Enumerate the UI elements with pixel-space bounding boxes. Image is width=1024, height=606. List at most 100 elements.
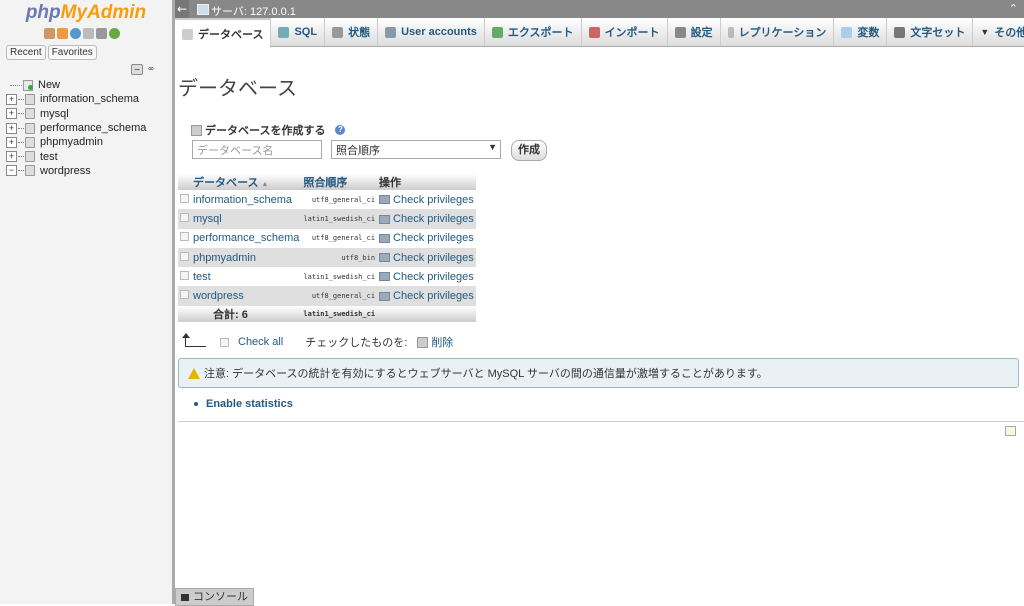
expand-icon[interactable]: + [6,122,17,134]
database-link[interactable]: performance_schema [191,228,302,248]
help-icon[interactable]: ? [335,125,346,135]
database-link[interactable]: mysql [191,209,302,229]
tree-item-test[interactable]: + test [6,149,146,163]
expand-icon[interactable]: + [6,136,17,148]
home-icon[interactable] [44,28,55,39]
tree-item-label: information_schema [40,93,140,106]
database-tree: New + information_schema + mysql + perfo… [6,78,146,178]
delete-button[interactable]: 削除 [431,334,453,350]
expand-icon[interactable]: + [6,93,17,105]
collapse-icon[interactable]: − [6,165,17,177]
tree-item-phpmyadmin[interactable]: + phpmyadmin [6,135,146,149]
delete-icon[interactable] [417,336,429,348]
enable-statistics-label: Enable statistics [206,398,293,410]
collation-cell: latin1_swedish_ci [301,267,378,287]
collation-cell: utf8_general_ci [301,228,378,248]
console-label: コンソール [193,591,248,603]
check-privileges-link[interactable]: Check privileges [377,267,476,287]
create-button[interactable]: 作成 [511,140,547,161]
row-checkbox[interactable] [180,251,189,261]
gear-icon[interactable] [96,28,107,39]
tab-label: User accounts [401,26,477,38]
expand-icon[interactable]: + [6,151,17,163]
maximize-icon[interactable]: ⌃ [1009,2,1018,15]
tab-variables[interactable]: 変数 [834,18,888,46]
check-all-checkbox[interactable] [220,337,229,347]
link-icon[interactable]: ∞ [146,64,156,73]
database-link[interactable]: test [191,267,302,287]
database-name-input[interactable]: データベース名 [192,140,322,159]
check-privileges-link[interactable]: Check privileges [377,286,476,306]
row-checkbox[interactable] [180,270,189,280]
tab-charsets[interactable]: 文字セット [887,18,974,46]
database-icon [182,28,193,40]
tab-export[interactable]: エクスポート [485,18,582,46]
edit-page-icon[interactable] [1005,426,1016,436]
tab-more[interactable]: ▼ その他 [973,18,1024,46]
logout-icon[interactable] [57,28,68,39]
header-collation[interactable]: 照合順序 [301,174,378,190]
row-checkbox[interactable] [180,290,189,300]
check-privileges-link[interactable]: Check privileges [377,190,476,210]
check-privileges-link[interactable]: Check privileges [377,247,476,268]
tab-user-accounts[interactable]: User accounts [378,18,485,46]
bulk-actions: Check all チェックしたものを: 削除 [182,333,453,350]
enable-statistics-link[interactable]: Enable statistics [194,398,293,410]
nav-resize-handle[interactable] [172,0,175,604]
tab-databases[interactable]: データベース [175,18,272,48]
status-icon [332,26,344,38]
row-checkbox[interactable] [180,232,189,242]
tab-sql[interactable]: SQL [271,18,326,46]
back-arrow-icon[interactable]: ← [175,0,189,18]
database-link[interactable]: wordpress [191,286,302,306]
docs-icon[interactable] [83,28,94,39]
databases-table: データベース ▲ 照合順序 操作 information_schema utf8… [178,174,476,322]
tab-replication[interactable]: レプリケーション [721,18,835,46]
tab-status[interactable]: 状態 [325,18,379,46]
main-menu: データベース SQL 状態 User accounts エクスポート インポート… [175,18,1024,48]
tab-label: レプリケーション [738,27,827,39]
tree-item-information-schema[interactable]: + information_schema [6,92,146,106]
tree-item-new[interactable]: New [6,78,146,92]
collation-cell: utf8_general_ci [301,190,378,210]
server-icon [197,4,209,15]
database-icon [25,122,35,134]
action-label: Check privileges [393,212,474,225]
create-db-icon [191,124,202,136]
privileges-icon [379,195,391,205]
check-privileges-link[interactable]: Check privileges [377,209,476,229]
row-checkbox[interactable] [180,193,189,203]
database-icon [25,93,35,105]
tree-item-wordpress[interactable]: − wordpress [6,164,146,178]
tree-item-performance-schema[interactable]: + performance_schema [6,121,146,135]
tab-label: 状態 [348,27,371,39]
arrow-up-icon [182,333,206,347]
server-breadcrumb[interactable]: サーバ: 127.0.0.1 [211,3,296,19]
database-link[interactable]: phpmyadmin [191,247,302,268]
row-checkbox[interactable] [180,212,189,222]
tab-settings[interactable]: 設定 [668,18,721,46]
collation-selected-value: 照合順序 [336,145,380,157]
tab-label: エクスポート [507,27,574,39]
tree-item-label: test [40,150,58,163]
header-database[interactable]: データベース ▲ [191,174,302,190]
reload-icon[interactable] [109,28,120,39]
tab-label: SQL [294,26,318,38]
help-icon[interactable] [70,28,81,39]
recent-tab[interactable]: Recent [6,45,46,60]
new-db-icon [23,79,33,91]
expand-icon[interactable]: + [6,108,17,120]
database-link[interactable]: information_schema [191,190,302,210]
tab-import[interactable]: インポート [582,18,668,46]
console-toggle[interactable]: コンソール [175,588,254,606]
with-selected-label: チェックしたものを: [305,337,408,349]
check-all-label[interactable]: Check all [238,336,283,348]
collapse-all-icon[interactable]: − [131,64,143,75]
check-privileges-link[interactable]: Check privileges [377,228,476,248]
favorites-tab[interactable]: Favorites [47,45,97,60]
replication-icon [727,26,734,38]
phpmyadmin-logo[interactable]: phpMyAdmin [0,2,172,24]
collation-select[interactable]: 照合順序 ▼ [331,140,501,159]
nav-icon-bar [44,28,120,39]
tree-item-mysql[interactable]: + mysql [6,107,146,121]
